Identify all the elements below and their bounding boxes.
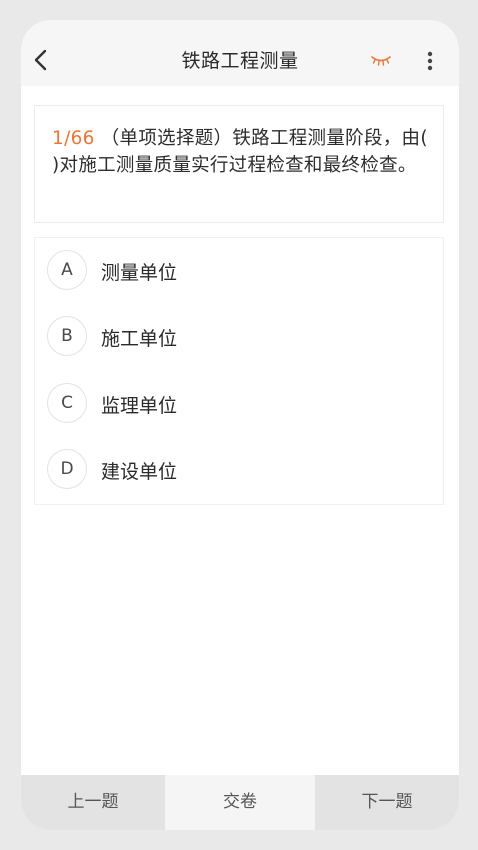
- option-d[interactable]: D 建设单位: [35, 443, 443, 499]
- option-b[interactable]: B 施工单位: [35, 310, 443, 366]
- option-label: 施工单位: [101, 328, 178, 350]
- eye-closed-icon: [371, 56, 391, 66]
- option-c[interactable]: C 监理单位: [35, 377, 443, 433]
- more-menu-button[interactable]: [423, 50, 437, 72]
- bottom-bar: 上一题 交卷 下一题: [21, 775, 459, 830]
- option-label: 建设单位: [101, 461, 178, 483]
- option-letter-badge: D: [47, 449, 87, 489]
- main-content: 1/66 （单项选择题）铁路工程测量阶段，由( )对施工测量质量实行过程检查和最终…: [21, 86, 459, 775]
- question-text-block: 1/66 （单项选择题）铁路工程测量阶段，由( )对施工测量质量实行过程检查和最终…: [52, 125, 432, 179]
- next-question-button[interactable]: 下一题: [315, 775, 459, 830]
- question-stem: （单项选择题）铁路工程测量阶段，由( )对施工测量质量实行过程检查和最终检查。: [52, 128, 428, 176]
- options-list: A 测量单位 B 施工单位 C 监理单位 D 建设单位: [34, 237, 444, 505]
- phone-screen: 铁路工程测量 1/66 （单项选择题）铁路工程测量阶段，由( )对施工测量质量实行…: [21, 20, 459, 830]
- page-title: 铁路工程测量: [181, 50, 299, 72]
- previous-question-button[interactable]: 上一题: [21, 775, 165, 830]
- submit-exam-button[interactable]: 交卷: [165, 775, 315, 830]
- more-vertical-icon: [427, 51, 433, 71]
- top-bar: 铁路工程测量: [21, 20, 459, 86]
- option-label: 测量单位: [101, 262, 178, 284]
- option-letter-badge: C: [47, 383, 87, 423]
- question-number: 1/66: [52, 128, 95, 149]
- hide-answer-button[interactable]: [369, 52, 393, 66]
- option-a[interactable]: A 测量单位: [35, 244, 443, 300]
- option-letter-badge: B: [47, 316, 87, 356]
- option-label: 监理单位: [101, 395, 178, 417]
- question-card: 1/66 （单项选择题）铁路工程测量阶段，由( )对施工测量质量实行过程检查和最终…: [34, 105, 444, 223]
- option-letter-badge: A: [47, 250, 87, 290]
